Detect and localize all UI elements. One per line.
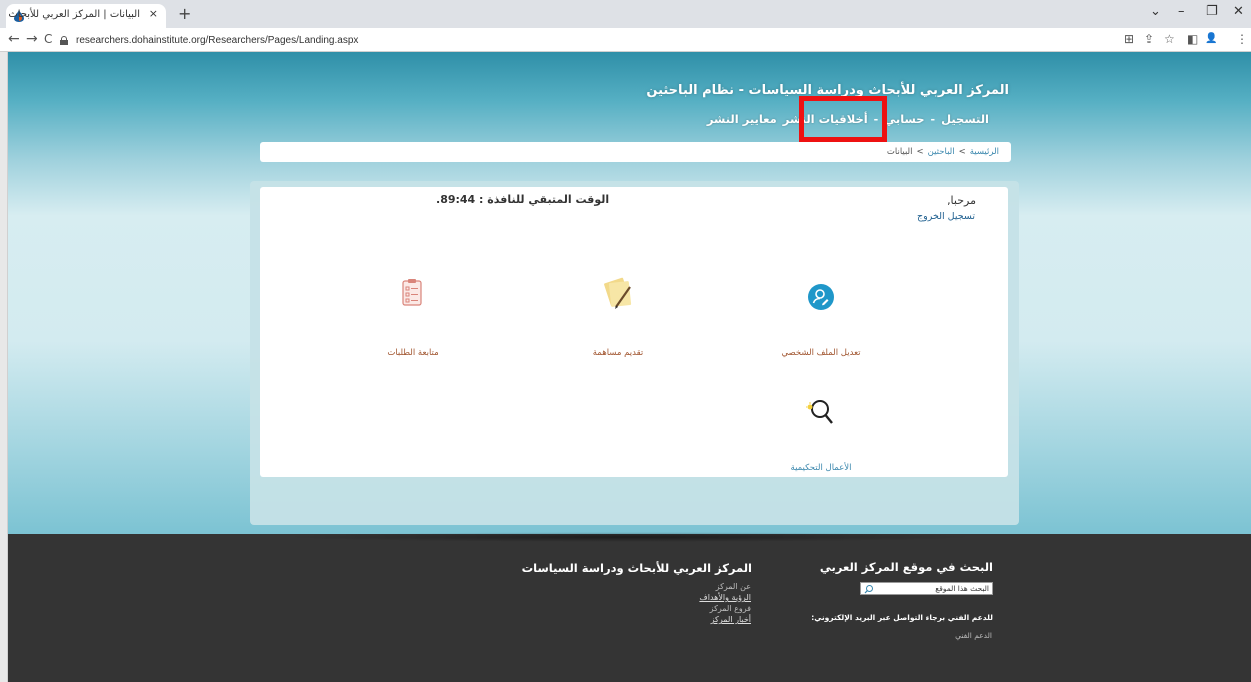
notes-pencil-icon[interactable] xyxy=(602,275,636,311)
search-icon[interactable] xyxy=(864,584,874,594)
breadcrumb-home[interactable]: الرئيسية xyxy=(970,147,999,157)
sidebar-icon[interactable]: ◧ xyxy=(1187,32,1198,46)
support-link[interactable]: الدعم الفني xyxy=(955,631,992,640)
support-text: للدعم الفني برجاء التواصل عبر البريد الإ… xyxy=(811,613,993,622)
footer xyxy=(8,534,1251,682)
nav-publication-standards[interactable]: معايير النشر xyxy=(707,112,777,126)
tab-search-icon[interactable]: ⌄ xyxy=(1150,4,1161,19)
clipboard-checklist-icon[interactable] xyxy=(401,278,423,306)
profile-edit-icon[interactable] xyxy=(807,283,835,311)
footer-search-box[interactable] xyxy=(860,582,993,595)
profile-icon[interactable]: 👤 xyxy=(1205,33,1217,44)
lock-icon xyxy=(60,35,68,45)
footer-link-vision[interactable]: الرؤية والأهداف xyxy=(699,592,751,603)
footer-link-about[interactable]: عن المركز xyxy=(699,581,751,592)
footer-search-heading: البحث في موقع المركز العربي xyxy=(819,560,993,574)
footer-link-news[interactable]: أخبار المركز xyxy=(699,614,751,625)
url-field[interactable]: researchers.dohainstitute.org/Researcher… xyxy=(60,32,1100,48)
restore-button[interactable]: ❐ xyxy=(1206,4,1218,19)
breadcrumb-separator: > xyxy=(916,147,924,157)
page-scrollbar[interactable] xyxy=(0,52,8,682)
breadcrumb: الرئيسية > الباحثين > البيانات xyxy=(260,142,1011,162)
reload-button[interactable]: C xyxy=(44,32,52,46)
nav-my-account[interactable]: حسابي xyxy=(884,112,924,126)
browser-tab-bar: البيانات | المركز العربي للأبحاث × + ⌄ –… xyxy=(0,0,1251,28)
footer-search-input[interactable] xyxy=(874,583,992,594)
nav-register[interactable]: التسجيل xyxy=(941,112,989,126)
tile-label-submit-contribution[interactable]: تقديم مساهمة xyxy=(593,348,644,358)
nav-separator: - xyxy=(930,112,936,126)
browser-menu-icon[interactable]: ⋮ xyxy=(1236,32,1248,46)
tile-label-review-work[interactable]: الأعمال التحكيمية xyxy=(791,463,852,473)
timer-label: الوقت المتبقي للنافذة : xyxy=(479,193,610,206)
session-timer: الوقت المتبقي للنافذة : 89:44. xyxy=(436,193,609,206)
tile-label-profile-edit[interactable]: تعديل الملف الشخصي xyxy=(781,348,860,358)
magnifier-icon[interactable] xyxy=(804,396,836,428)
breadcrumb-researchers[interactable]: الباحثين xyxy=(928,147,955,157)
bookmark-star-icon[interactable]: ☆ xyxy=(1164,32,1175,46)
address-bar: ← → C researchers.dohainstitute.org/Rese… xyxy=(0,28,1251,52)
footer-center-heading: المركز العربي للأبحاث ودراسة السياسات xyxy=(521,561,752,575)
tile-label-track-requests[interactable]: متابعة الطلبات xyxy=(387,348,438,358)
translate-icon[interactable]: ⊞ xyxy=(1124,32,1134,46)
breadcrumb-separator: > xyxy=(958,147,966,157)
highlight-annotation-box xyxy=(799,96,887,142)
close-window-button[interactable]: ✕ xyxy=(1233,4,1244,19)
forward-button[interactable]: → xyxy=(26,31,38,47)
tab-title: البيانات | المركز العربي للأبحاث xyxy=(8,9,140,20)
logout-link[interactable]: تسجيل الخروج xyxy=(917,211,975,222)
url-text: researchers.dohainstitute.org/Researcher… xyxy=(76,34,359,46)
new-tab-button[interactable]: + xyxy=(178,4,191,23)
minimize-button[interactable]: – xyxy=(1178,4,1185,19)
breadcrumb-current: البيانات xyxy=(886,147,913,157)
footer-shadow xyxy=(280,532,980,542)
footer-center-links: عن المركز الرؤية والأهداف فروع المركز أخ… xyxy=(699,581,751,625)
footer-link-branches[interactable]: فروع المركز xyxy=(699,603,751,614)
back-button[interactable]: ← xyxy=(8,31,20,47)
greeting-text: مرحبا, xyxy=(947,194,976,207)
dashboard-card xyxy=(260,187,1008,477)
timer-value: 89:44. xyxy=(436,193,476,206)
tab-close-icon[interactable]: × xyxy=(149,7,158,20)
share-icon[interactable]: ⇪ xyxy=(1144,32,1154,46)
browser-tab[interactable]: البيانات | المركز العربي للأبحاث × xyxy=(6,4,166,28)
